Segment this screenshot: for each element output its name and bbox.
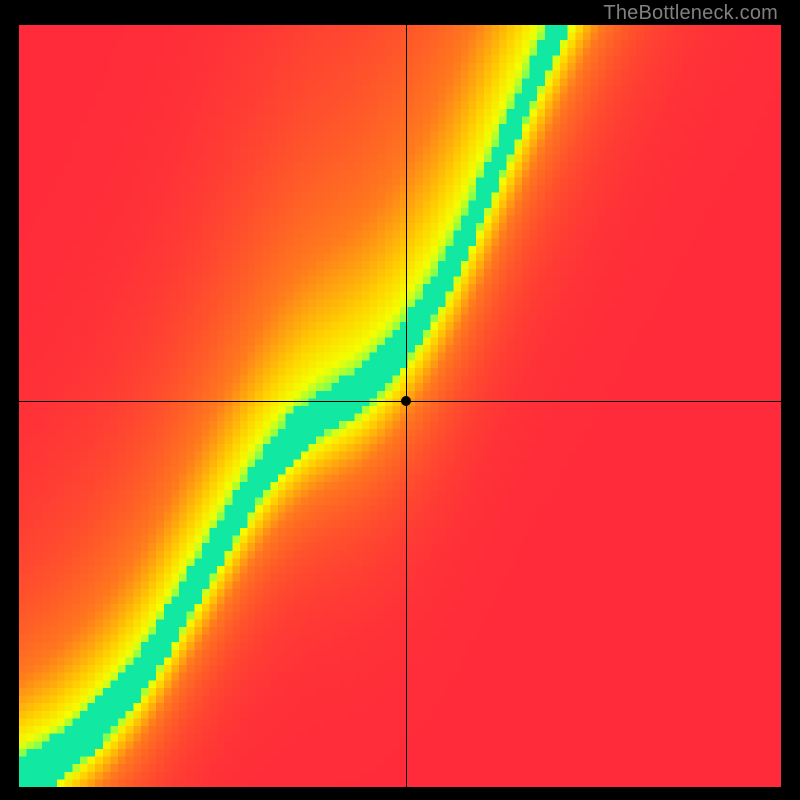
heatmap-canvas (19, 25, 781, 787)
crosshair-vertical (406, 25, 407, 787)
marker-dot (401, 396, 411, 406)
watermark-text: TheBottleneck.com (603, 2, 778, 25)
chart-frame (19, 25, 781, 787)
crosshair-horizontal (19, 401, 781, 402)
